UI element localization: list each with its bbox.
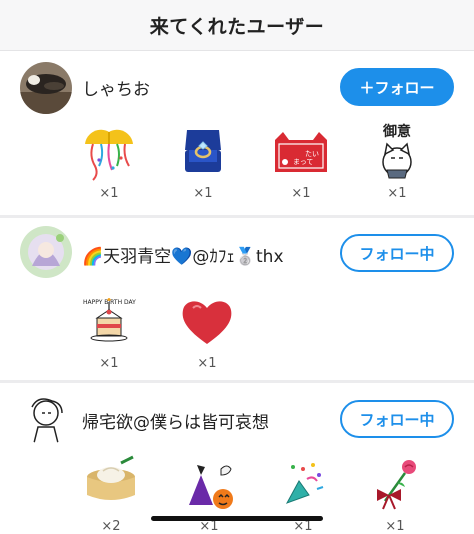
user-name[interactable]: 🌈天羽青空💙@ｶﾌｪ🥈thx (82, 242, 284, 267)
following-button[interactable]: フォロー中 (340, 400, 454, 438)
party-popper-icon (285, 463, 324, 504)
user-name[interactable]: しゃちお (82, 75, 150, 100)
gift-item[interactable]: ×1 (268, 455, 338, 534)
heart-icon (182, 301, 232, 344)
halloween-icon (189, 465, 233, 509)
ring-box-icon (185, 130, 221, 172)
svg-text:御意: 御意 (382, 123, 411, 140)
gift-item[interactable]: ×1 (172, 292, 242, 371)
gift-item[interactable]: ×1 (168, 122, 238, 201)
gift-item[interactable]: ×1 (360, 455, 430, 534)
gift-count: ×1 (193, 186, 213, 201)
header-bar: 来てくれたユーザー (0, 0, 474, 51)
avatar[interactable] (20, 393, 72, 445)
gift-count: ×1 (387, 186, 407, 201)
gift-item[interactable]: ×1 (174, 455, 244, 534)
gift-item[interactable]: たい まって ×1 (266, 122, 336, 201)
gift-count: ×1 (197, 356, 217, 371)
avatar[interactable] (20, 62, 72, 114)
user-row: 🌈天羽青空💙@ｶﾌｪ🥈thx フォロー中 HAPPY BIRTH DAY ×1 … (0, 218, 474, 380)
gift-count: ×1 (291, 186, 311, 201)
ribbon-balls-icon (85, 129, 133, 181)
gift-item[interactable]: 御意 ×1 (362, 122, 432, 201)
gift-item[interactable]: ×1 (74, 122, 144, 201)
user-row: 帰宅欲@僕らは皆可哀想 フォロー中 ×2 ×1 ×1 ×1 (0, 383, 474, 534)
user-name[interactable]: 帰宅欲@僕らは皆可哀想 (82, 408, 269, 433)
gift-item[interactable]: ×2 (76, 455, 146, 534)
goshuin-cat-icon: 御意 (382, 123, 412, 179)
gift-item[interactable]: HAPPY BIRTH DAY ×1 (74, 292, 144, 371)
svg-text:まって: まって (293, 158, 313, 166)
gift-count: ×1 (99, 356, 119, 371)
following-button[interactable]: フォロー中 (340, 234, 454, 272)
home-indicator[interactable] (151, 516, 323, 521)
red-cat-card-icon: たい まって (275, 132, 327, 172)
page-title: 来てくれたユーザー (149, 15, 325, 38)
rose-ribbon-icon (377, 460, 416, 510)
svg-text:たい: たい (305, 150, 319, 158)
steamer-bun-icon (87, 455, 135, 500)
avatar[interactable] (20, 226, 72, 278)
gift-count: ×1 (99, 186, 119, 201)
user-row: しゃちお ＋フォロー ×1 ×1 たい まって ×1 御意 ×1 (0, 50, 474, 215)
birthday-cake-icon: HAPPY BIRTH DAY (83, 298, 136, 342)
follow-button[interactable]: ＋フォロー (340, 68, 454, 106)
